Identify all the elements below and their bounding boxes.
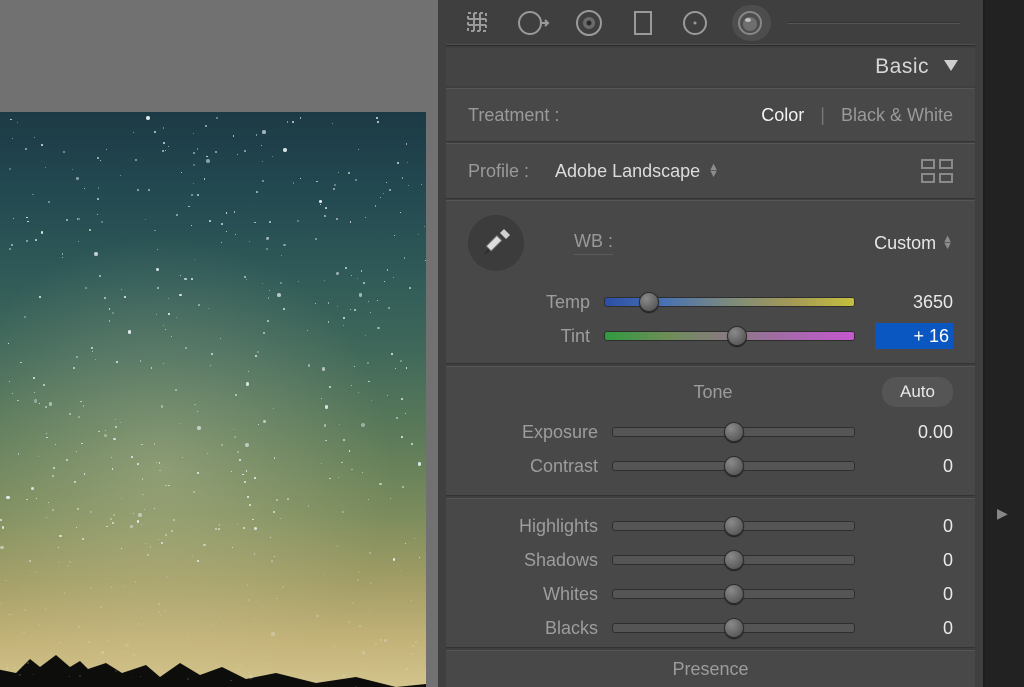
treatment-bw[interactable]: Black & White xyxy=(841,105,953,126)
contrast-label: Contrast xyxy=(468,456,598,477)
highlights-slider[interactable] xyxy=(612,521,855,531)
highlights-slider-row: Highlights 0 xyxy=(468,509,953,543)
exposure-label: Exposure xyxy=(468,422,598,443)
tool-strip xyxy=(446,0,975,46)
whites-thumb[interactable] xyxy=(724,584,744,604)
profile-section: Profile : Adobe Landscape ▲▼ xyxy=(446,143,975,199)
profile-label: Profile : xyxy=(468,161,529,182)
tint-value-input[interactable] xyxy=(875,323,953,349)
contrast-slider-row: Contrast 0 xyxy=(468,449,953,483)
shadows-label: Shadows xyxy=(468,550,598,571)
eyedropper-icon xyxy=(476,223,516,263)
tint-slider[interactable] xyxy=(604,331,855,341)
tone-extended-section: Highlights 0 Shadows 0 Whites 0 Blacks xyxy=(446,498,975,648)
brush-size-indicator[interactable] xyxy=(787,22,961,24)
shadows-thumb[interactable] xyxy=(724,550,744,570)
temp-label: Temp xyxy=(468,292,590,313)
wb-label: WB : xyxy=(574,231,613,255)
wb-preset-picker[interactable]: Custom ▲▼ xyxy=(874,233,953,254)
graduated-filter-tool[interactable] xyxy=(628,8,658,38)
blacks-slider[interactable] xyxy=(612,623,855,633)
exposure-slider-row: Exposure 0.00 xyxy=(468,415,953,449)
whites-slider-row: Whites 0 xyxy=(468,577,953,611)
temp-value[interactable]: 3650 xyxy=(869,292,953,313)
profile-value: Adobe Landscape xyxy=(555,161,700,182)
expand-arrow-icon[interactable]: ▶ xyxy=(997,505,1008,522)
tint-thumb[interactable] xyxy=(727,326,747,346)
temp-slider-row: Temp 3650 xyxy=(468,285,953,319)
wb-value: Custom xyxy=(874,233,936,254)
profile-browser-button[interactable] xyxy=(921,159,953,183)
develop-panel: Basic Treatment : Color | Black & White … xyxy=(438,0,985,687)
highlights-thumb[interactable] xyxy=(724,516,744,536)
whites-slider[interactable] xyxy=(612,589,855,599)
radial-filter-tool[interactable] xyxy=(680,8,710,38)
white-balance-section: WB : Custom ▲▼ Temp 3650 Tint xyxy=(446,200,975,364)
spot-removal-tool[interactable] xyxy=(516,8,550,38)
exposure-thumb[interactable] xyxy=(724,422,744,442)
image-preview[interactable] xyxy=(0,112,426,687)
white-balance-eyedropper[interactable] xyxy=(468,215,524,271)
highlights-value[interactable]: 0 xyxy=(869,516,953,537)
panel-scroll-gutter[interactable]: ▶ xyxy=(985,0,1024,687)
blacks-thumb[interactable] xyxy=(724,618,744,638)
exposure-value[interactable]: 0.00 xyxy=(869,422,953,443)
blacks-value[interactable]: 0 xyxy=(869,618,953,639)
tint-slider-row: Tint xyxy=(468,319,953,353)
panel-header-basic[interactable]: Basic xyxy=(446,48,975,86)
whites-label: Whites xyxy=(468,584,598,605)
contrast-value[interactable]: 0 xyxy=(869,456,953,477)
temp-slider[interactable] xyxy=(604,297,855,307)
tint-value-cell xyxy=(869,323,953,349)
tone-section: Tone Auto Exposure 0.00 Contrast 0 xyxy=(446,366,975,496)
temp-thumb[interactable] xyxy=(639,292,659,312)
presence-section-header: Presence xyxy=(446,650,975,687)
shadows-slider-row: Shadows 0 xyxy=(468,543,953,577)
horizon-silhouette xyxy=(0,633,426,687)
contrast-slider[interactable] xyxy=(612,461,855,471)
exposure-slider[interactable] xyxy=(612,427,855,437)
chevron-up-down-icon: ▲▼ xyxy=(708,164,719,178)
blacks-slider-row: Blacks 0 xyxy=(468,611,953,645)
crop-tool[interactable] xyxy=(460,8,494,38)
chevron-up-down-icon: ▲▼ xyxy=(942,236,953,250)
blacks-label: Blacks xyxy=(468,618,598,639)
highlights-label: Highlights xyxy=(468,516,598,537)
treatment-separator: | xyxy=(820,105,825,126)
develop-panel-area: Basic Treatment : Color | Black & White … xyxy=(438,0,1024,687)
panel-title: Basic xyxy=(875,55,929,79)
shadows-slider[interactable] xyxy=(612,555,855,565)
shadows-value[interactable]: 0 xyxy=(869,550,953,571)
presence-label: Presence xyxy=(672,659,748,679)
red-eye-tool[interactable] xyxy=(572,8,606,38)
adjustment-brush-tool[interactable] xyxy=(732,5,771,41)
tint-label: Tint xyxy=(468,326,590,347)
tone-label: Tone xyxy=(468,382,882,403)
contrast-thumb[interactable] xyxy=(724,456,744,476)
auto-tone-button[interactable]: Auto xyxy=(882,377,953,407)
collapse-icon xyxy=(943,55,959,79)
profile-picker[interactable]: Adobe Landscape ▲▼ xyxy=(555,161,719,182)
treatment-label: Treatment : xyxy=(468,105,559,126)
treatment-color[interactable]: Color xyxy=(761,105,804,126)
treatment-section: Treatment : Color | Black & White xyxy=(446,88,975,142)
whites-value[interactable]: 0 xyxy=(869,584,953,605)
